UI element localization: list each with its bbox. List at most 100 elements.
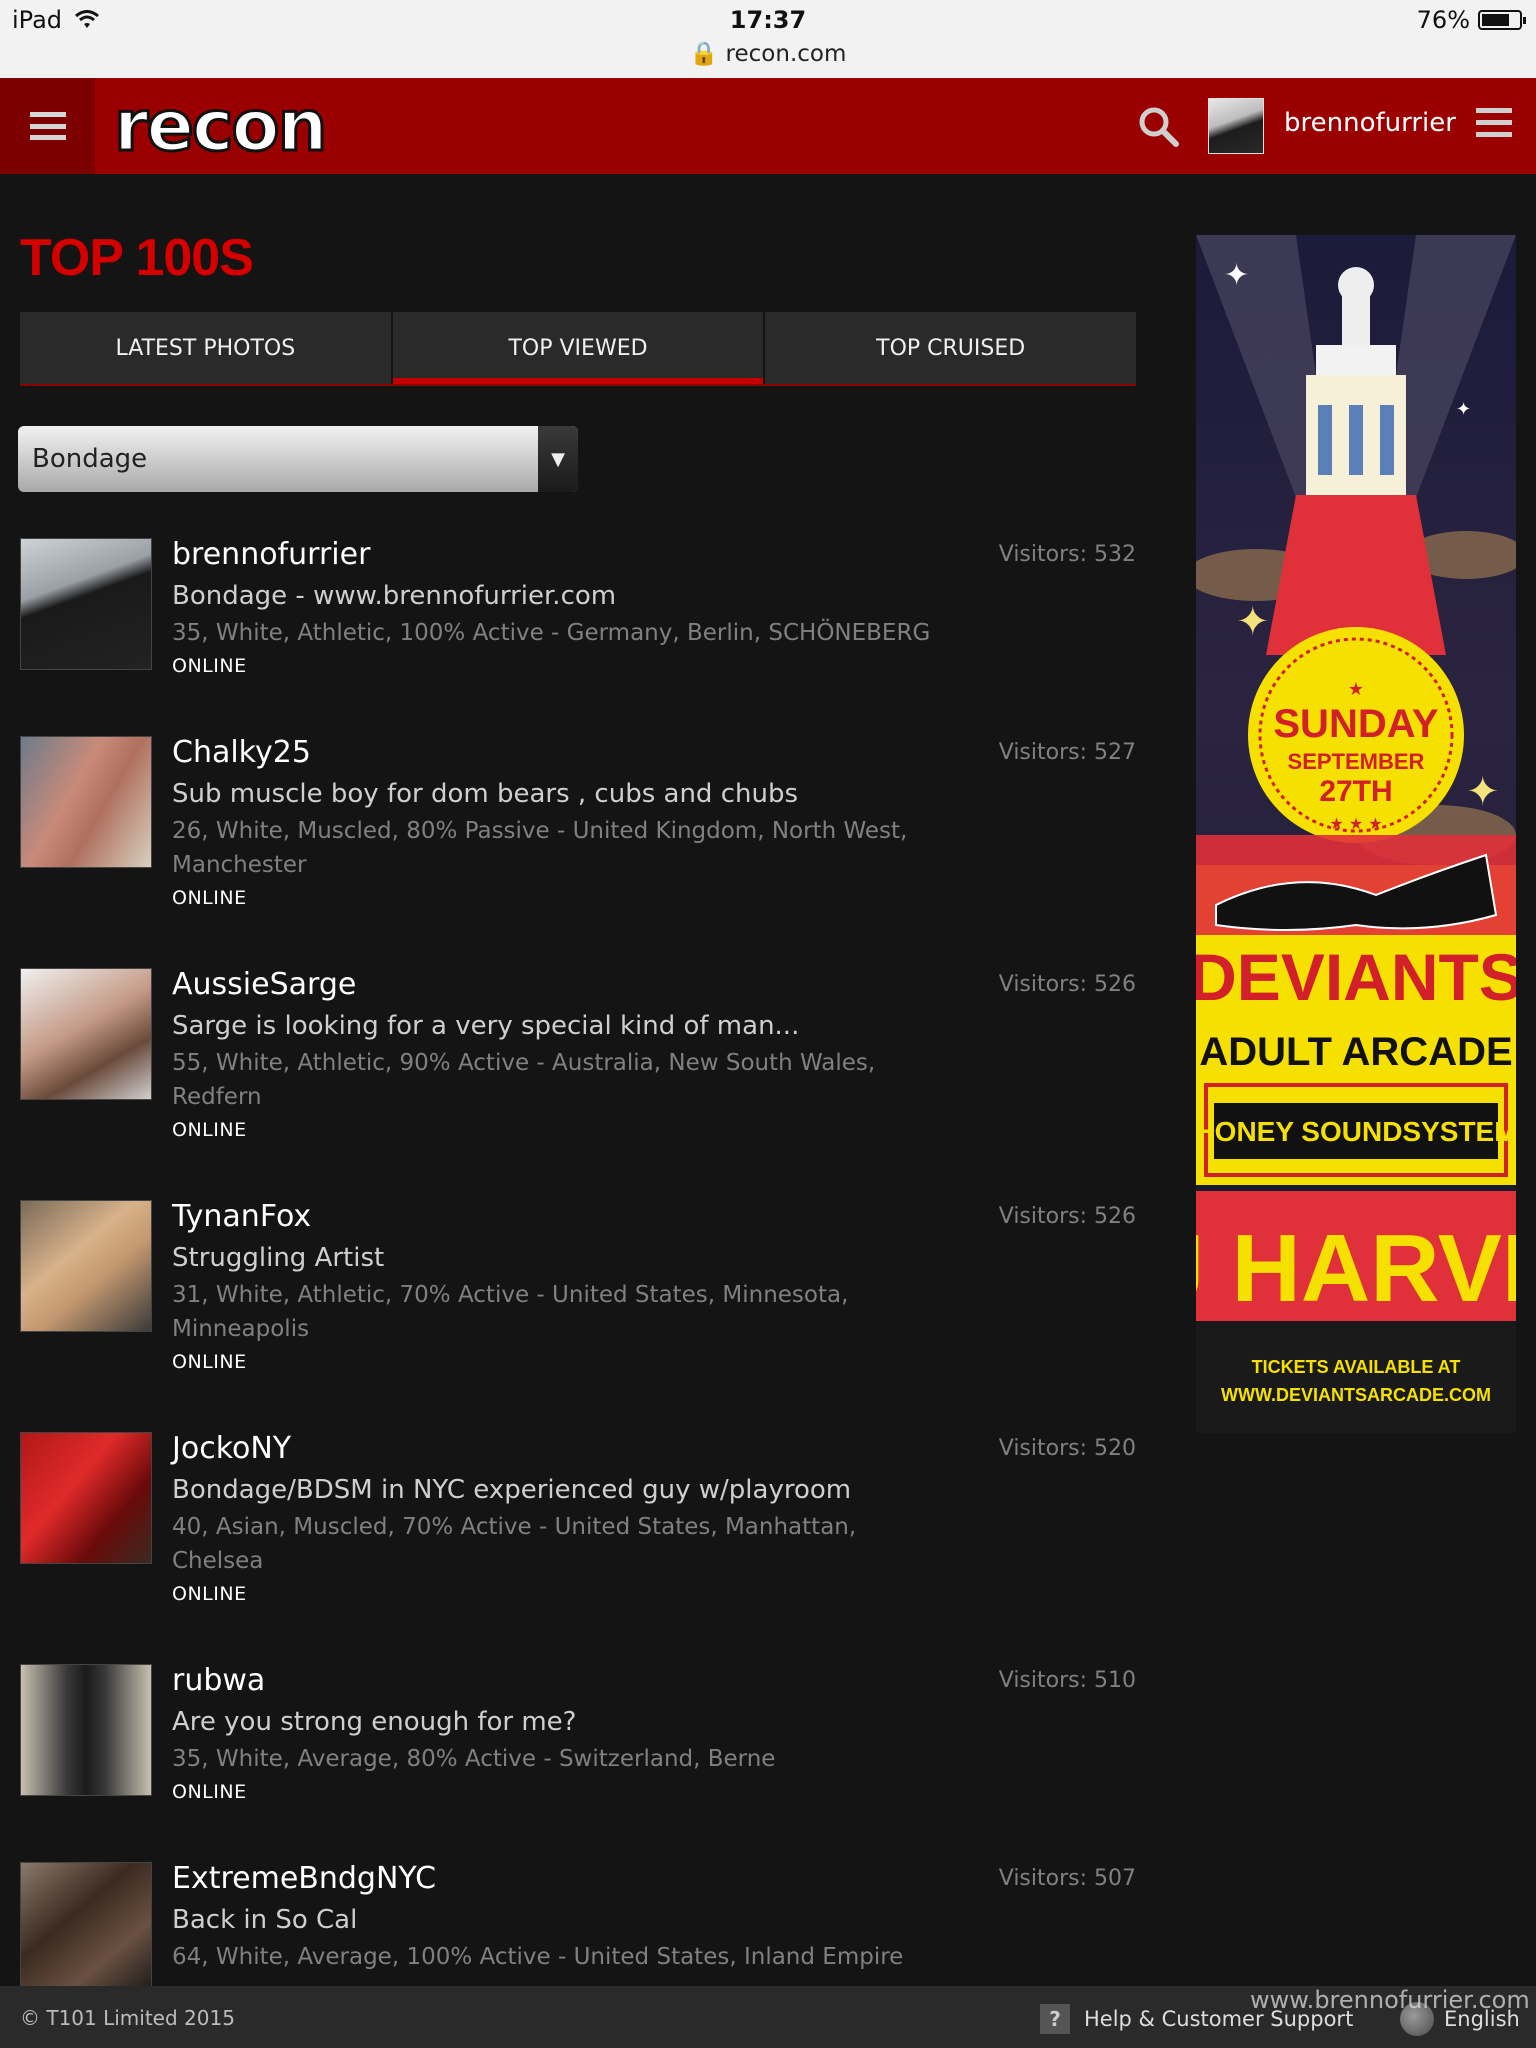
profile-thumbnail[interactable] bbox=[20, 538, 152, 670]
online-status: ONLINE bbox=[172, 1119, 247, 1141]
profile-details: 40, Asian, Muscled, 70% Active - United … bbox=[172, 1510, 932, 1578]
profile-thumbnail[interactable] bbox=[20, 736, 152, 868]
profile-details-line: Manchester bbox=[172, 852, 307, 878]
profile-details-line: Chelsea bbox=[172, 1548, 264, 1574]
svg-text:★ ★ ★: ★ ★ ★ bbox=[1329, 814, 1382, 833]
profile-username[interactable]: rubwa bbox=[172, 1662, 932, 1700]
online-status: ONLINE bbox=[172, 1781, 247, 1803]
profile-tagline: Bondage - www.brennofurrier.com bbox=[172, 581, 617, 611]
profile-thumbnail[interactable] bbox=[20, 1664, 152, 1796]
tab-top-cruised[interactable]: TOP CRUISED bbox=[765, 312, 1137, 384]
profile-thumbnail[interactable] bbox=[20, 1432, 152, 1564]
profile-details-line: 35, White, Average, 80% Active - Switzer… bbox=[172, 1746, 776, 1772]
online-status: ONLINE bbox=[172, 1351, 247, 1373]
header-username[interactable]: brennofurrier bbox=[1284, 108, 1456, 138]
ad-day: SUNDAY bbox=[1273, 702, 1439, 746]
profile-username[interactable]: brennofurrier bbox=[172, 536, 932, 574]
svg-text:★: ★ bbox=[1348, 679, 1364, 700]
svg-text:✦: ✦ bbox=[1456, 399, 1471, 420]
visitor-count: Visitors: 526 bbox=[998, 1204, 1136, 1229]
tab-latest-photos[interactable]: LATEST PHOTOS bbox=[20, 312, 393, 384]
profile-details-line: Minneapolis bbox=[172, 1316, 310, 1342]
recon-logo[interactable]: recon bbox=[112, 87, 328, 166]
battery-percent: 76% bbox=[1416, 6, 1470, 34]
profile-details-line: 31, White, Athletic, 70% Active - United… bbox=[172, 1282, 849, 1308]
profile-username[interactable]: Chalky25 bbox=[172, 734, 932, 772]
profile-info: brennofurrier Bondage - www.brennofurrier… bbox=[172, 536, 932, 680]
ad-date: 27TH bbox=[1319, 775, 1392, 808]
search-icon[interactable] bbox=[1136, 104, 1180, 148]
profile-details-line: 40, Asian, Muscled, 70% Active - United … bbox=[172, 1514, 857, 1540]
profile-details-line: 64, White, Average, 100% Active - United… bbox=[172, 1944, 904, 1970]
visitor-count: Visitors: 526 bbox=[998, 972, 1136, 997]
copyright: © T101 Limited 2015 bbox=[20, 2006, 235, 2030]
ad-star-icon: ✦ bbox=[1224, 258, 1249, 293]
profile-details: 35, White, Average, 80% Active - Switzer… bbox=[172, 1742, 932, 1776]
ad-sound: HONEY SOUNDSYSTEM bbox=[1196, 1116, 1516, 1147]
profile-tagline: Sarge is looking for a very special kind… bbox=[172, 1011, 800, 1041]
profile-tagline: Are you strong enough for me? bbox=[172, 1707, 577, 1737]
visitor-count: Visitors: 520 bbox=[998, 1436, 1136, 1461]
online-status: ONLINE bbox=[172, 887, 247, 909]
ad-tickets-line2: WWW.DEVIANTSARCADE.COM bbox=[1221, 1385, 1491, 1405]
profile-details-line: 35, White, Athletic, 100% Active - Germa… bbox=[172, 620, 931, 646]
profile-thumbnail[interactable] bbox=[20, 968, 152, 1100]
profile-tagline: Bondage/BDSM in NYC experienced guy w/pl… bbox=[172, 1475, 852, 1505]
online-status: ONLINE bbox=[172, 655, 247, 677]
profile-tagline: Back in So Cal bbox=[172, 1905, 358, 1935]
profile-tagline: Struggling Artist bbox=[172, 1243, 385, 1273]
status-right: 76% bbox=[1416, 6, 1526, 34]
status-time: 17:37 bbox=[729, 6, 807, 34]
profile-info: JockoNY Bondage/BDSM in NYC experienced g… bbox=[172, 1430, 932, 1608]
lock-icon: 🔒 bbox=[689, 41, 719, 67]
battery-icon bbox=[1478, 10, 1526, 30]
profile-details: 55, White, Athletic, 90% Active - Austra… bbox=[172, 1046, 932, 1114]
profile-tagline: Sub muscle boy for dom bears , cubs and … bbox=[172, 779, 798, 809]
profile-info: Chalky25 Sub muscle boy for dom bears , c… bbox=[172, 734, 932, 912]
dropdown-arrow-icon: ▼ bbox=[538, 426, 578, 492]
profile-username[interactable]: ExtremeBndgNYC bbox=[172, 1860, 932, 1898]
svg-text:✦: ✦ bbox=[1236, 599, 1270, 645]
profile-info: TynanFox Struggling Artist 31, White, Athl… bbox=[172, 1198, 932, 1376]
page-title: TOP 100S bbox=[20, 229, 254, 287]
profile-details: 26, White, Muscled, 80% Passive - United… bbox=[172, 814, 932, 882]
profile-username[interactable]: JockoNY bbox=[172, 1430, 932, 1468]
ad-subtitle: ADULT ARCADE bbox=[1199, 1030, 1512, 1074]
advertisement-banner[interactable]: ✦ ✦ ✦ ✦ ★ SUNDAY SEPTEMBER 27TH ★ ★ ★ DE… bbox=[1196, 235, 1516, 1433]
profile-details: 35, White, Athletic, 100% Active - Germa… bbox=[172, 616, 932, 650]
category-select-value: Bondage bbox=[32, 444, 148, 474]
visitor-count: Visitors: 527 bbox=[998, 740, 1136, 765]
ad-dj: DJ HARVEY bbox=[1196, 1215, 1516, 1322]
user-menu-icon[interactable] bbox=[1476, 108, 1512, 142]
profile-username[interactable]: AussieSarge bbox=[172, 966, 932, 1004]
ad-title: DEVIANTS bbox=[1196, 940, 1516, 1014]
profile-details: 31, White, Athletic, 70% Active - United… bbox=[172, 1278, 932, 1346]
profile-info: rubwa Are you strong enough for me? 35, Wh… bbox=[172, 1662, 932, 1806]
profile-details-line: 26, White, Muscled, 80% Passive - United… bbox=[172, 818, 908, 844]
ad-month: SEPTEMBER bbox=[1288, 749, 1425, 774]
profile-details-line: 55, White, Athletic, 90% Active - Austra… bbox=[172, 1050, 876, 1076]
user-avatar[interactable] bbox=[1208, 98, 1264, 154]
category-select[interactable]: Bondage ▼ bbox=[18, 426, 578, 492]
address-bar[interactable]: 🔒 recon.com bbox=[0, 40, 1536, 67]
profile-info: ExtremeBndgNYC Back in So Cal 64, White, A… bbox=[172, 1860, 932, 1974]
tab-bar: LATEST PHOTOS TOP VIEWED TOP CRUISED bbox=[20, 312, 1137, 386]
watermark: www.brennofurrier.com bbox=[1250, 1986, 1530, 2014]
visitor-count: Visitors: 510 bbox=[998, 1668, 1136, 1693]
app-header: recon brennofurrier bbox=[0, 78, 1536, 174]
profile-username[interactable]: TynanFox bbox=[172, 1198, 932, 1236]
main-menu-button[interactable] bbox=[0, 78, 95, 174]
tab-top-viewed[interactable]: TOP VIEWED bbox=[392, 312, 766, 384]
ios-status-bar: iPad 17:37 🔒 recon.com 76% bbox=[0, 0, 1536, 78]
address-url: recon.com bbox=[725, 41, 847, 67]
profile-thumbnail[interactable] bbox=[20, 1862, 152, 1994]
svg-text:✦: ✦ bbox=[1466, 769, 1500, 815]
profile-thumbnail[interactable] bbox=[20, 1200, 152, 1332]
profile-details: 64, White, Average, 100% Active - United… bbox=[172, 1940, 932, 1974]
question-icon: ? bbox=[1040, 2004, 1070, 2034]
battery-level bbox=[1482, 14, 1510, 26]
hamburger-icon bbox=[29, 112, 66, 140]
online-status: ONLINE bbox=[172, 1583, 247, 1605]
profile-info: AussieSarge Sarge is looking for a very s… bbox=[172, 966, 932, 1144]
visitor-count: Visitors: 507 bbox=[998, 1866, 1136, 1891]
